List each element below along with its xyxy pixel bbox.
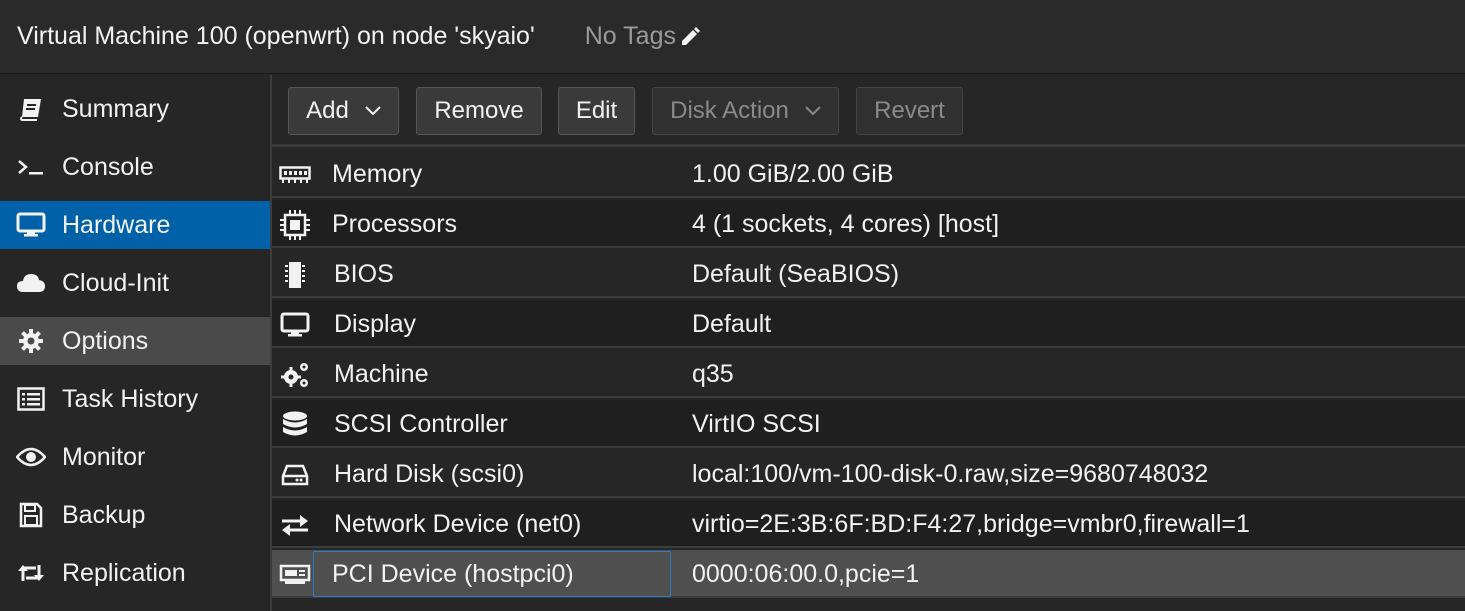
pencil-icon[interactable] [679,26,701,48]
row-name: PCI Device (hostpci0) [332,560,574,588]
row-name: SCSI Controller [334,410,508,438]
sidebar-item-label: Task History [62,384,199,413]
floppy-icon [0,502,62,528]
edit-button[interactable]: Edit [558,87,635,135]
row-value: local:100/vm-100-disk-0.raw,size=9680748… [692,460,1209,488]
row-value: VirtIO SCSI [692,410,821,438]
sidebar-item-label: Monitor [62,442,146,471]
table-row[interactable]: Machine q35 [272,350,1465,398]
title-bar: Virtual Machine 100 (openwrt) on node 's… [0,0,1465,74]
tags-area[interactable]: No Tags [585,22,701,51]
table-row[interactable]: Processors 4 (1 sockets, 4 cores) [host] [272,200,1465,248]
row-name: Network Device (net0) [334,510,582,538]
disk-action-button[interactable]: Disk Action [652,87,839,135]
sidebar-item-hardware[interactable]: Hardware [0,201,270,249]
gear-icon [0,328,62,354]
sidebar-item-label: Backup [62,500,146,529]
cpu-icon [278,210,312,240]
row-value: virtio=2E:3B:6F:BD:F4:27,bridge=vmbr0,fi… [692,510,1250,538]
page-title: Virtual Machine 100 (openwrt) on node 's… [17,22,535,50]
row-value: 1.00 GiB/2.00 GiB [692,160,894,188]
row-value: 0000:06:00.0,pcie=1 [692,560,920,588]
chevron-down-icon [805,106,821,116]
sidebar-item-replication[interactable]: Replication [0,549,270,597]
row-value: Default (SeaBIOS) [692,260,900,288]
retweet-icon [0,561,62,585]
book-icon [0,96,62,122]
remove-label: Remove [434,97,524,124]
sidebar-item-monitor[interactable]: Monitor [0,433,270,481]
row-value: Default [692,310,772,338]
row-name: Memory [332,160,423,188]
row-value: 4 (1 sockets, 4 cores) [host] [692,210,1000,238]
exchange-icon [278,512,312,538]
desktop-icon [0,212,62,238]
sidebar-item-label: Cloud-Init [62,268,169,297]
revert-button[interactable]: Revert [856,87,963,135]
database-icon [278,411,312,438]
sidebar-item-backup[interactable]: Backup [0,491,270,539]
table-row[interactable]: SCSI Controller VirtIO SCSI [272,400,1465,448]
row-name: Display [334,310,416,338]
sidebar-item-label: Console [62,152,154,181]
table-row[interactable]: Memory 1.00 GiB/2.00 GiB [272,150,1465,198]
sidebar: Summary Console Hardware Cloud-Init Opti… [0,75,270,611]
sidebar-item-summary[interactable]: Summary [0,85,270,133]
sidebar-item-task-history[interactable]: Task History [0,375,270,423]
sidebar-item-label: Options [62,326,149,355]
tags-label: No Tags [584,22,676,50]
row-name: BIOS [334,260,394,288]
cogs-icon [278,362,312,388]
sidebar-item-console[interactable]: Console [0,143,270,191]
microchip-icon [278,262,312,288]
list-icon [0,387,62,411]
table-row[interactable]: BIOS Default (SeaBIOS) [272,250,1465,298]
add-label: Add [306,97,349,124]
chevron-down-icon [365,106,381,116]
add-button[interactable]: Add [288,87,399,135]
table-row[interactable]: Display Default [272,300,1465,348]
sidebar-item-label: Summary [62,94,169,123]
hardware-grid: Memory 1.00 GiB/2.00 GiB Processors 4 (1… [272,150,1465,611]
table-row[interactable]: Hard Disk (scsi0) local:100/vm-100-disk-… [272,450,1465,498]
remove-button[interactable]: Remove [416,87,542,135]
eye-icon [0,447,62,467]
revert-label: Revert [874,97,945,124]
desktop-icon [278,312,312,338]
cloud-icon [0,272,62,294]
memory-icon [278,162,312,188]
table-row-selected[interactable]: PCI Device (hostpci0) 0000:06:00.0,pcie=… [272,550,1465,598]
table-row[interactable]: Network Device (net0) virtio=2E:3B:6F:BD… [272,500,1465,548]
sidebar-item-label: Replication [62,558,186,587]
hdd-icon [278,462,312,488]
terminal-icon [0,156,62,178]
pci-card-icon [278,562,312,588]
sidebar-item-cloud-init[interactable]: Cloud-Init [0,259,270,307]
hardware-toolbar: Add Remove Edit Disk Action Revert [272,75,1465,147]
disk-action-label: Disk Action [670,97,789,124]
row-name: Processors [332,210,458,238]
row-value: q35 [692,360,734,388]
row-name: Hard Disk (scsi0) [334,460,525,488]
row-name: Machine [334,360,429,388]
edit-label: Edit [575,97,618,124]
sidebar-item-options[interactable]: Options [0,317,270,365]
sidebar-item-label: Hardware [62,210,171,239]
